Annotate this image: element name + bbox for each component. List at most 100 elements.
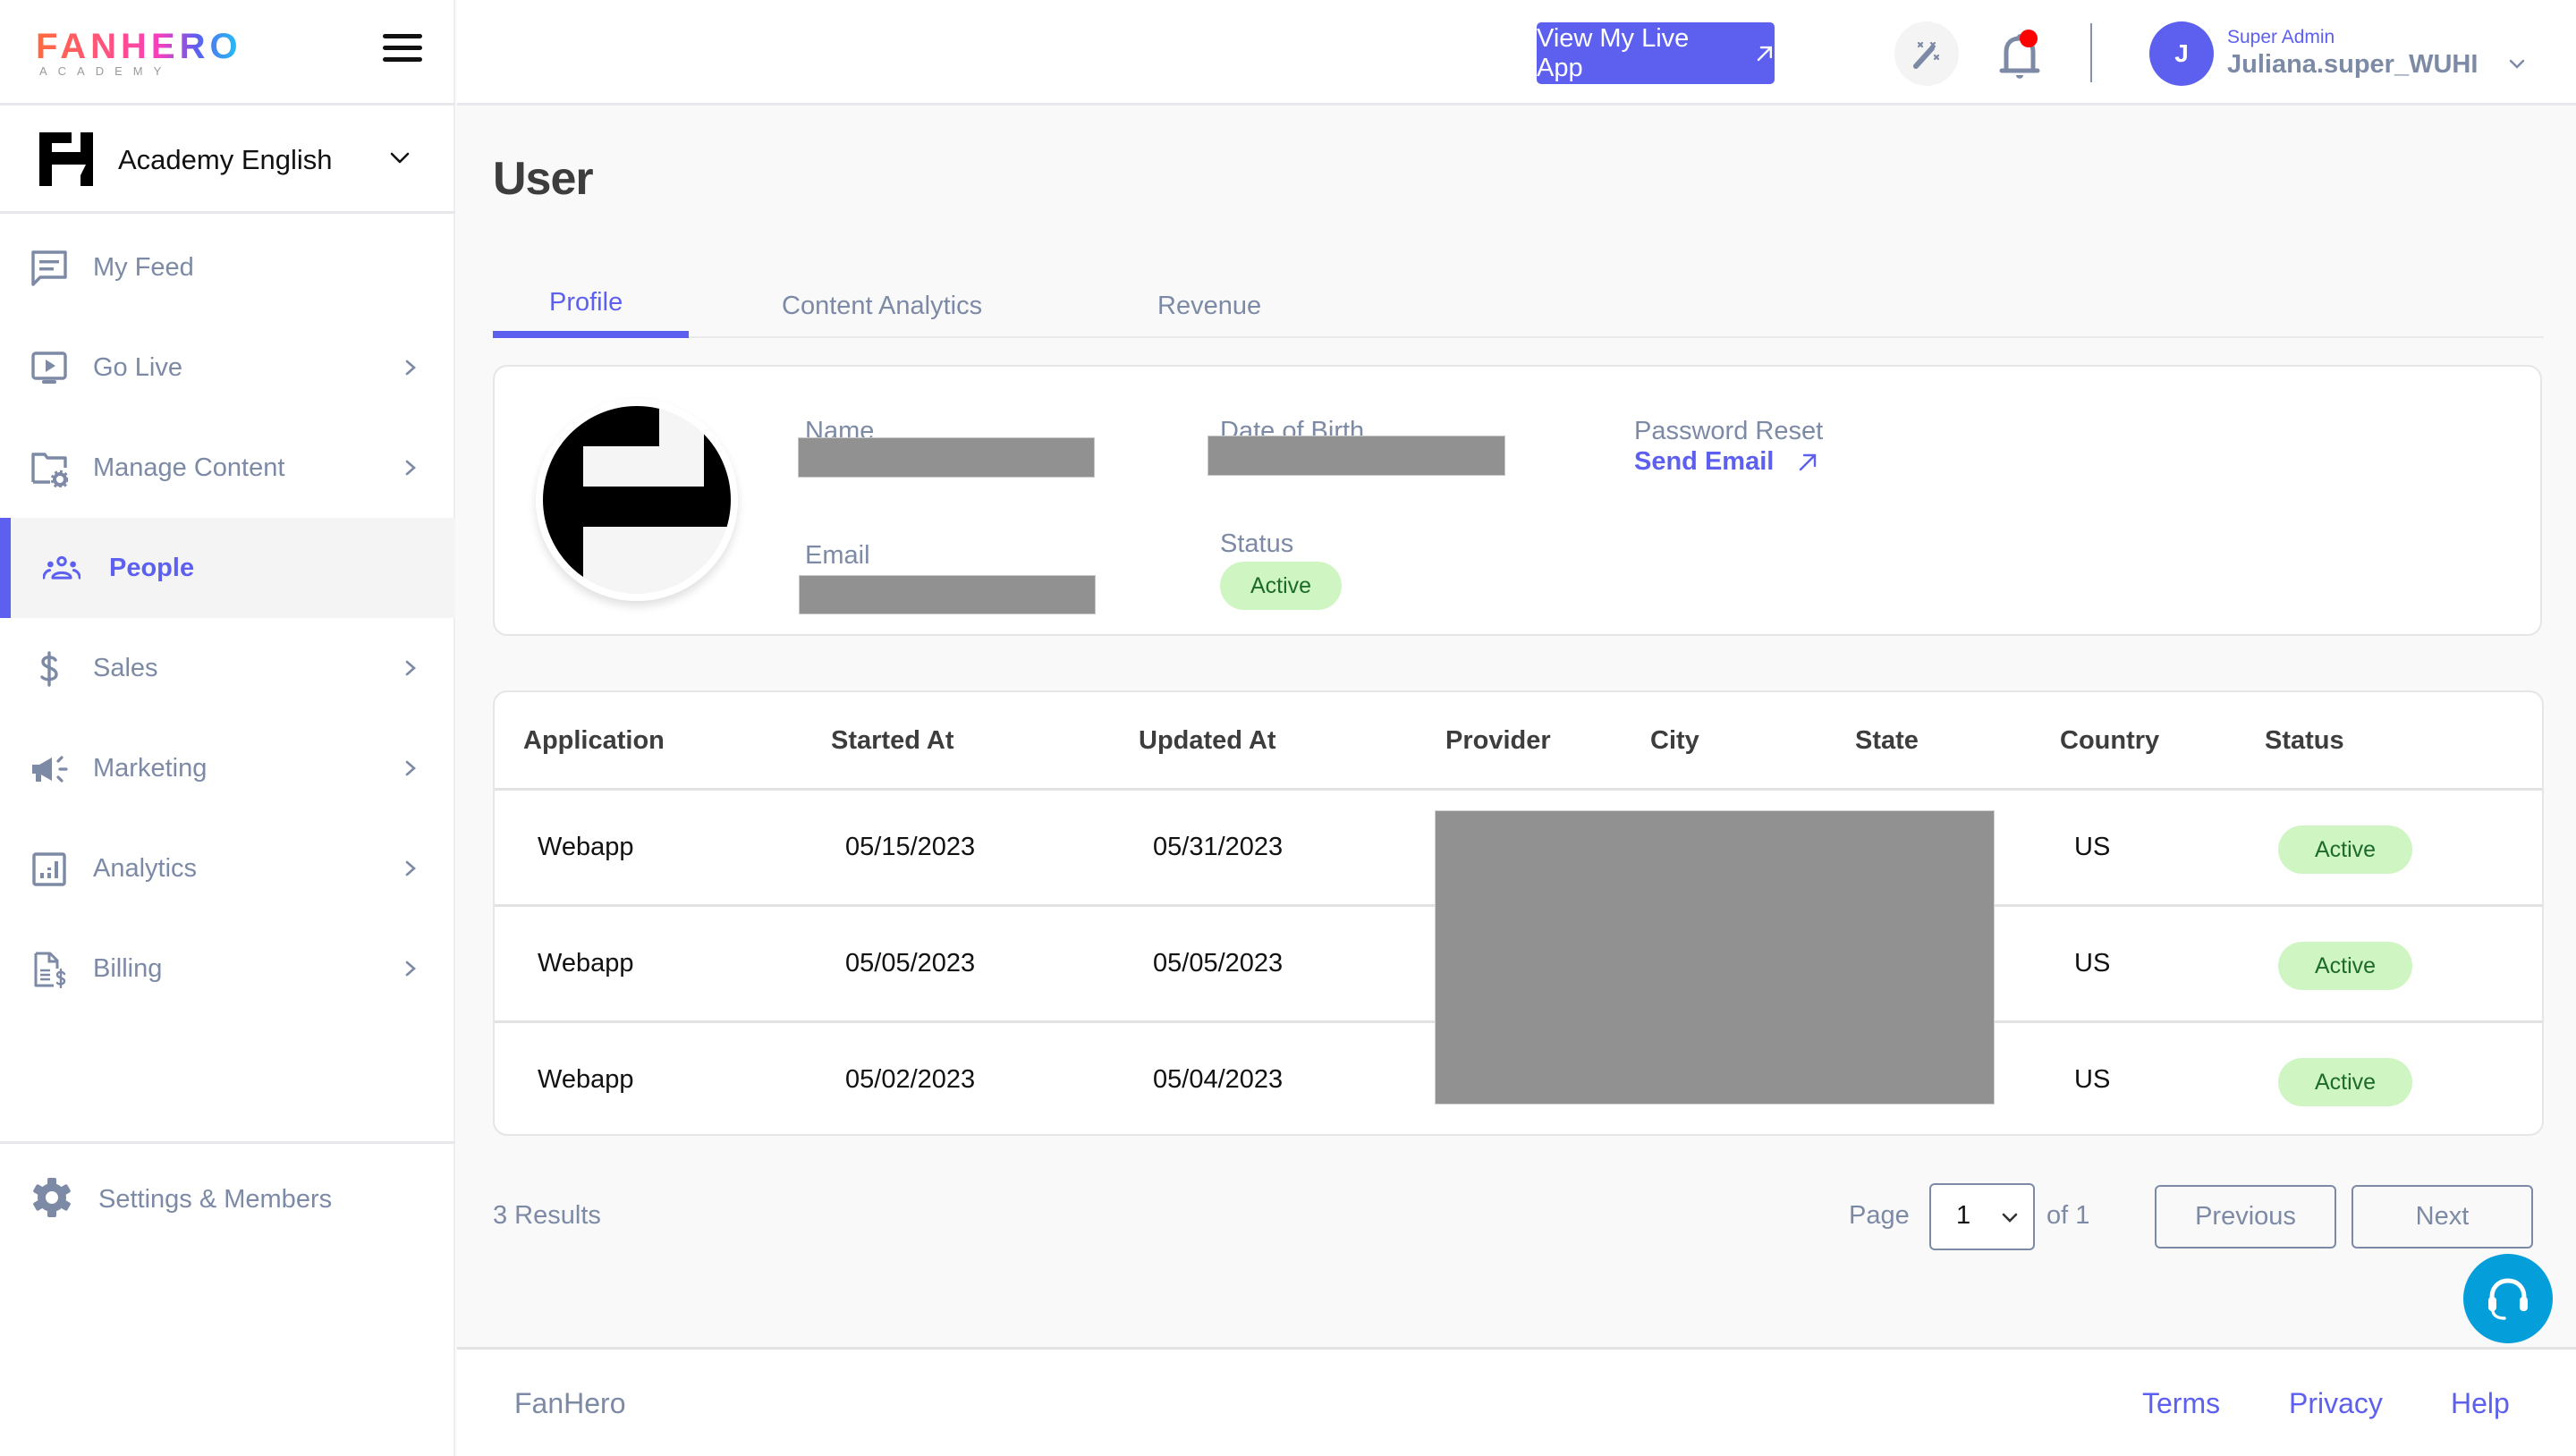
chevron-right-icon [405,360,416,376]
send-email-label: Send Email [1634,447,1775,476]
sidebar-item-label: People [109,554,195,582]
tab-profile[interactable]: Profile [549,288,623,317]
sidebar-item-billing[interactable]: Billing [0,918,455,1019]
sidebar-item-my-feed[interactable]: My Feed [0,217,455,317]
column-header: City [1650,726,1699,755]
chevron-down-icon[interactable] [2508,57,2526,72]
sidebar-item-people[interactable]: People [0,518,455,618]
user-name[interactable]: Juliana.super_WUHI [2227,50,2478,80]
view-live-app-label: View My Live App [1537,23,1690,82]
chevron-right-icon [405,660,416,676]
chevron-right-icon [405,760,416,776]
user-avatar[interactable]: J [2149,21,2214,86]
page-select-value: 1 [1956,1201,1971,1230]
column-header: Started At [831,726,954,755]
password-reset-label: Password Reset [1634,417,1824,445]
top-header: View My Live App J Super Admin Juliana.s… [457,0,2576,106]
page-title: User [493,153,594,205]
sidebar-item-go-live[interactable]: Go Live [0,317,455,418]
previous-page-button[interactable]: Previous [2155,1185,2336,1249]
org-name: Academy English [118,144,333,175]
cell-country: US [2074,1065,2111,1094]
sidebar-item-label: Analytics [93,854,198,883]
cell-started-at: 05/15/2023 [845,833,976,861]
hamburger-menu-icon[interactable] [383,34,422,64]
notifications-button[interactable] [1988,21,2051,86]
email-label: Email [805,541,870,570]
sidebar-divider [0,1141,455,1144]
user-role: Super Admin [2227,27,2335,47]
column-header: Country [2060,726,2160,755]
fanhero-logo[interactable]: FANHERO ACADEMY [36,27,242,78]
chevron-right-icon [405,860,416,876]
sidebar-logo-row: FANHERO ACADEMY [0,0,455,106]
column-header: Updated At [1139,726,1276,755]
footer-link-help[interactable]: Help [2451,1387,2510,1420]
chevron-down-icon [390,152,410,164]
gear-icon [33,1178,71,1217]
chevron-down-icon [2002,1213,2018,1223]
sidebar-item-label: Settings & Members [98,1185,333,1214]
notification-badge [2020,30,2038,47]
sidebar-item-label: Manage Content [93,453,285,482]
support-chat-button[interactable] [2463,1254,2553,1343]
sidebar: FANHERO ACADEMY Academy English My Feed [0,0,455,1456]
tab-content-analytics[interactable]: Content Analytics [782,292,982,321]
org-switcher[interactable]: Academy English [0,108,455,214]
go-live-icon [31,351,67,384]
view-live-app-button[interactable]: View My Live App [1537,22,1775,84]
invoice-icon [34,952,66,988]
sidebar-item-marketing[interactable]: Marketing [0,718,455,818]
cell-application: Webapp [538,833,634,861]
page-label: Page [1849,1201,1910,1230]
magic-wand-icon [1913,41,1940,69]
email-value-redacted [799,575,1096,614]
cell-application: Webapp [538,949,634,978]
status-badge: Active [2278,1058,2412,1106]
sidebar-item-sales[interactable]: Sales [0,618,455,718]
magic-wand-button[interactable] [1894,21,1959,86]
footer-brand: FanHero [514,1387,626,1419]
feed-icon [31,250,67,286]
footer-link-privacy[interactable]: Privacy [2289,1387,2383,1420]
headset-icon [2488,1278,2528,1320]
footer: FanHero Terms Privacy Help [457,1347,2576,1456]
sidebar-item-label: Sales [93,654,158,682]
send-email-link[interactable]: Send Email [1634,447,1818,477]
cell-country: US [2074,949,2111,978]
page-total: of 1 [2046,1201,2090,1230]
active-tab-indicator [493,331,689,338]
sidebar-item-analytics[interactable]: Analytics [0,818,455,918]
logo-subtext: ACADEMY [39,64,173,78]
column-header: Provider [1445,726,1551,755]
status-badge: Active [1220,562,1342,610]
row-divider [495,788,2542,791]
bell-icon [1999,34,2040,79]
dob-value-redacted [1208,436,1505,476]
external-link-icon [1757,46,1773,61]
cell-started-at: 05/02/2023 [845,1065,976,1094]
next-page-button[interactable]: Next [2351,1185,2533,1249]
location-columns-redacted [1435,810,1995,1105]
chevron-right-icon [405,961,416,977]
people-icon [43,555,80,580]
bar-chart-icon [32,852,66,886]
column-header: Status [2265,726,2344,755]
cell-application: Webapp [538,1065,634,1094]
sidebar-item-manage-content[interactable]: Manage Content [0,418,455,518]
sidebar-item-label: Billing [93,954,163,983]
user-tabs: Profile Content Analytics Revenue [493,284,2544,338]
logo-wordmark: FANHERO [36,27,242,66]
footer-link-terms[interactable]: Terms [2142,1387,2220,1420]
page-select[interactable]: 1 [1929,1183,2035,1250]
sidebar-item-label: Marketing [93,754,208,783]
folder-gear-icon [31,453,68,487]
sidebar-item-settings-members[interactable]: Settings & Members [0,1149,455,1239]
cell-started-at: 05/05/2023 [845,949,976,978]
tab-revenue[interactable]: Revenue [1157,292,1261,321]
sidebar-nav: My Feed Go Live Manage Content People Sa… [0,217,455,1019]
megaphone-icon [32,756,68,783]
status-label: Status [1220,529,1294,558]
name-value-redacted [798,437,1095,478]
cell-updated-at: 05/05/2023 [1153,949,1284,978]
